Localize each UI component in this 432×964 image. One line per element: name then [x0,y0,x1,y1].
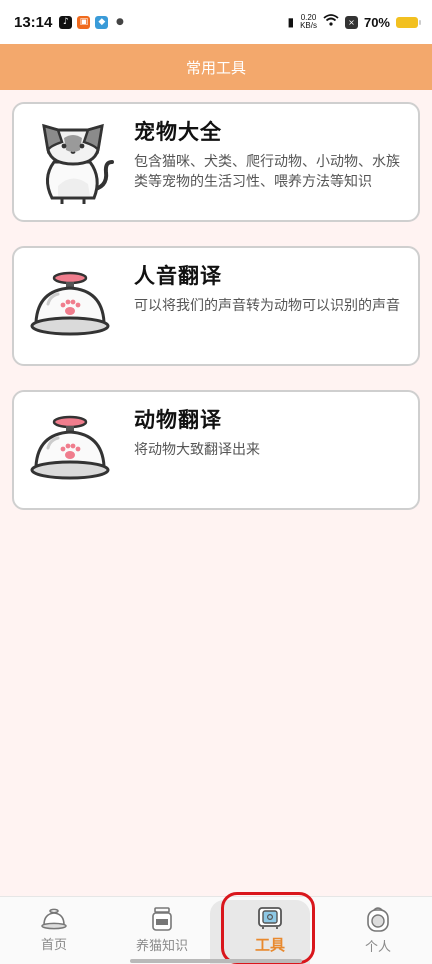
nav-label: 首页 [40,937,67,953]
nav-item-tools[interactable]: 工具 [216,896,324,964]
nav-item-cat-knowledge[interactable]: 养猫知识 [108,896,216,964]
tool-title: 动物翻译 [134,408,222,432]
tv-icon [258,906,282,929]
tool-card-animal-translation[interactable]: 动物翻译 将动物大致翻译出来 [12,390,420,510]
nav-item-home[interactable]: 首页 [0,896,108,964]
bell-icon [41,908,67,929]
battery-text: 70% [363,14,390,30]
app-header: 常用工具 [0,44,432,90]
nav-label: 养猫知识 [135,938,188,954]
tool-title: 人音翻译 [134,264,222,288]
app-notification-icon: ▣ [77,15,91,29]
home-indicator [130,959,302,963]
wifi-icon [323,14,339,30]
nav-label: 工具 [254,935,285,954]
nav-label: 个人 [364,939,391,955]
cat-bag-icon [367,906,389,932]
tool-description: 包含猫咪、犬类、爬行动物、小动物、水族类等宠物的生活习性、喂养方法等知识 [134,154,400,190]
tiktok-icon: ♪ [59,15,73,29]
pet-bell-icon [30,415,110,480]
battery-icon [396,16,421,28]
map-icon: ◆ [95,15,109,29]
wechat-icon: ● [113,15,127,29]
status-bar: 13:14 ♪ ▣ ◆ ● ▮ 0.20 KB/s × 70% [0,0,432,44]
page-title: 常用工具 [185,58,246,77]
cat-icon [42,123,114,204]
net-speed-unit: KB/s [300,21,317,30]
vibrate-icon: ▮ [287,15,295,29]
tool-title: 宠物大全 [134,120,222,144]
jar-icon [152,906,172,931]
tool-card-pet-encyclopedia[interactable]: 宠物大全 包含猫咪、犬类、爬行动物、小动物、水族类等宠物的生活习性、喂养方法等知… [12,102,420,222]
tool-description: 可以将我们的声音转为动物可以识别的声音 [134,298,400,314]
net-speed: 0.20 KB/s [300,14,317,30]
tool-card-human-translation[interactable]: 人音翻译 可以将我们的声音转为动物可以识别的声音 [12,246,420,366]
status-time: 13:14 [14,13,53,31]
sim-off-icon: × [344,15,358,29]
pet-bell-icon [30,271,110,336]
tool-description: 将动物大致翻译出来 [134,442,260,458]
nav-item-profile[interactable]: 个人 [324,896,432,964]
